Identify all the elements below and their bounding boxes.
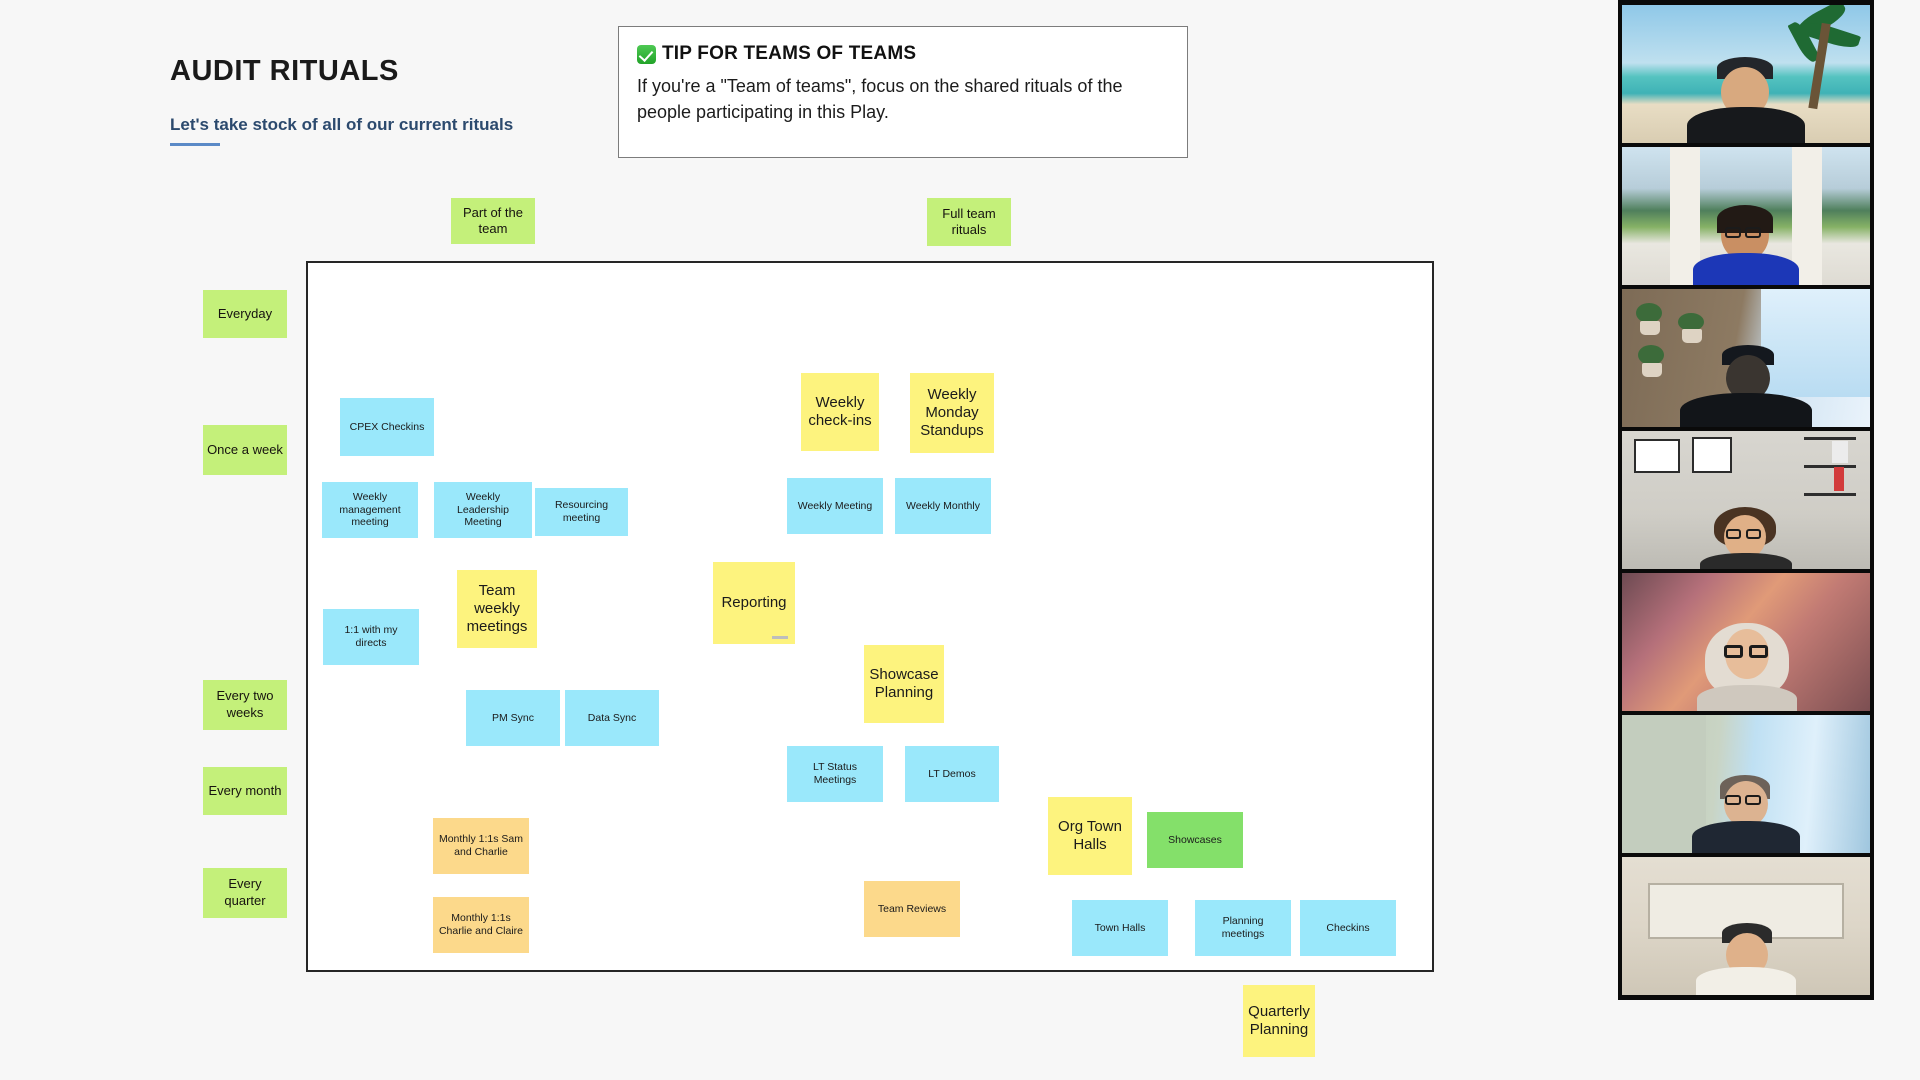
- sticky-note-town-halls[interactable]: Town Halls: [1072, 900, 1168, 956]
- sticky-note-label: Resourcing meeting: [554, 499, 609, 524]
- sticky-note-label: LT Demos: [928, 767, 976, 780]
- sticky-note-pm-sync[interactable]: PM Sync: [466, 690, 560, 746]
- sticky-note-label: Monthly 1:1s Sam and Charlie: [438, 833, 524, 858]
- sticky-note-planning-meetings[interactable]: Planning meetings: [1195, 900, 1291, 956]
- sticky-note-team-weekly-meetings[interactable]: Team weekly meetings: [457, 570, 537, 648]
- sticky-note-label: Data Sync: [587, 711, 637, 724]
- participant-avatar: [1684, 775, 1808, 853]
- sticky-note-label: Org Town Halls: [1058, 817, 1122, 853]
- row-label-every-quarter[interactable]: Every quarter: [203, 868, 287, 918]
- sticky-note-lt-demos[interactable]: LT Demos: [905, 746, 999, 802]
- sticky-note-cpex-checkins[interactable]: CPEX Checkins: [340, 398, 434, 456]
- participant-tile-5[interactable]: [1622, 573, 1870, 711]
- participant-avatar: [1676, 345, 1816, 427]
- tip-callout: TIP FOR TEAMS OF TEAMS If you're a "Team…: [618, 26, 1188, 158]
- sticky-note-label: CPEX Checkins: [349, 420, 425, 433]
- tip-title: TIP FOR TEAMS OF TEAMS: [662, 43, 917, 64]
- sticky-note-weekly-leadership[interactable]: Weekly Leadership Meeting: [434, 482, 532, 538]
- sticky-note-label: Town Halls: [1094, 921, 1146, 934]
- sticky-note-weekly-check-ins[interactable]: Weekly check-ins: [801, 373, 879, 451]
- sticky-note-weekly-monday-standups[interactable]: Weekly Monday Standups: [910, 373, 994, 453]
- sticky-note-label: Team Reviews: [877, 902, 947, 915]
- sticky-note-resourcing-meeting[interactable]: Resourcing meeting: [535, 488, 628, 536]
- sticky-note-org-town-halls[interactable]: Org Town Halls: [1048, 797, 1132, 875]
- column-header-full-team-rituals[interactable]: Full team rituals: [927, 198, 1011, 246]
- sticky-note-label: Weekly check-ins: [808, 393, 872, 429]
- page-title: AUDIT RITUALS: [170, 55, 399, 87]
- sticky-note-monthly-1-1-charlie-claire[interactable]: Monthly 1:1s Charlie and Claire: [433, 897, 529, 953]
- sticky-note-label: Weekly Meeting: [797, 499, 873, 512]
- video-call-panel: [1616, 0, 1920, 1080]
- app-root: AUDIT RITUALS Let's take stock of all of…: [0, 0, 1920, 1080]
- sticky-note-checkins[interactable]: Checkins: [1300, 900, 1396, 956]
- participant-tile-1[interactable]: [1622, 5, 1870, 143]
- tip-body: If you're a "Team of teams", focus on th…: [637, 76, 1123, 123]
- participant-video-stack: [1618, 0, 1874, 1000]
- participant-avatar: [1690, 507, 1802, 569]
- tip-heading-row: TIP FOR TEAMS OF TEAMS: [637, 43, 1169, 65]
- sticky-note-monthly-1-1-sam-charlie[interactable]: Monthly 1:1s Sam and Charlie: [433, 818, 529, 874]
- participant-tile-7[interactable]: [1622, 857, 1870, 995]
- participant-avatar: [1687, 205, 1805, 285]
- whiteboard-canvas[interactable]: AUDIT RITUALS Let's take stock of all of…: [0, 0, 1616, 1080]
- row-label-every-two-weeks[interactable]: Every two weeks: [203, 680, 287, 730]
- sticky-note-label: Weekly management meeting: [339, 490, 401, 529]
- sticky-note-label: Team weekly meetings: [466, 581, 528, 636]
- check-mark-button-icon: [637, 44, 656, 64]
- sticky-note-showcases[interactable]: Showcases: [1147, 812, 1243, 868]
- sticky-note-label: Planning meetings: [1221, 915, 1265, 940]
- sticky-note-one-on-one-directs[interactable]: 1:1 with my directs: [323, 609, 419, 665]
- sticky-note-reporting[interactable]: Reporting: [713, 562, 795, 644]
- sticky-note-team-reviews[interactable]: Team Reviews: [864, 881, 960, 937]
- column-header-part-of-the-team[interactable]: Part of the team: [451, 198, 535, 244]
- sticky-note-label: LT Status Meetings: [813, 761, 857, 786]
- participant-tile-2[interactable]: [1622, 147, 1870, 285]
- row-label-once-a-week[interactable]: Once a week: [203, 425, 287, 475]
- sticky-note-data-sync[interactable]: Data Sync: [565, 690, 659, 746]
- sticky-note-label: Monthly 1:1s Charlie and Claire: [438, 912, 524, 937]
- page-subtitle: Let's take stock of all of our current r…: [170, 115, 514, 134]
- sticky-note-label: PM Sync: [491, 711, 534, 724]
- participant-tile-6[interactable]: [1622, 715, 1870, 853]
- participant-avatar: [1681, 57, 1811, 143]
- sticky-note-lt-status-meetings[interactable]: LT Status Meetings: [787, 746, 883, 802]
- participant-tile-4[interactable]: [1622, 431, 1870, 569]
- row-label-every-month[interactable]: Every month: [203, 767, 287, 815]
- subtitle-underline: [170, 143, 220, 146]
- sticky-note-label: Weekly Leadership Meeting: [457, 490, 509, 529]
- sticky-note-label: Showcase Planning: [869, 665, 939, 701]
- participant-avatar: [1681, 623, 1811, 711]
- row-label-everyday[interactable]: Everyday: [203, 290, 287, 338]
- participant-tile-3[interactable]: [1622, 289, 1870, 427]
- sticky-note-label: Weekly Monday Standups: [920, 385, 984, 440]
- sticky-note-showcase-planning[interactable]: Showcase Planning: [864, 645, 944, 723]
- sticky-note-label: Checkins: [1326, 921, 1370, 934]
- sticky-note-label: Showcases: [1168, 833, 1222, 846]
- sticky-note-label: Weekly Monthly: [906, 499, 980, 512]
- sticky-note-weekly-monthly[interactable]: Weekly Monthly: [895, 478, 991, 534]
- participant-avatar: [1688, 923, 1804, 995]
- sticky-note-weekly-meeting[interactable]: Weekly Meeting: [787, 478, 883, 534]
- sticky-note-quarterly-planning[interactable]: Quarterly Planning: [1243, 985, 1315, 1057]
- sticky-note-label: 1:1 with my directs: [344, 624, 398, 649]
- note-resize-handle[interactable]: [772, 636, 788, 639]
- sticky-note-weekly-management[interactable]: Weekly management meeting: [322, 482, 418, 538]
- sticky-note-label: Reporting: [721, 593, 787, 611]
- sticky-note-label: Quarterly Planning: [1248, 1002, 1310, 1038]
